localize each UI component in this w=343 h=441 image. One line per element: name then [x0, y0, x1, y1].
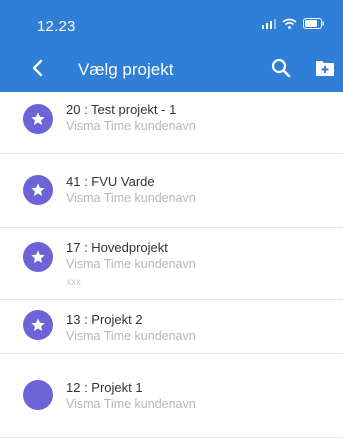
project-text: 12 : Projekt 1 Visma Time kundenavn — [66, 380, 196, 412]
page-title: Vælg projekt — [78, 60, 174, 79]
project-avatar — [23, 380, 53, 410]
project-text: 41 : FVU Varde Visma Time kundenavn — [66, 174, 196, 206]
project-avatar — [23, 175, 53, 205]
list-item[interactable]: 20 : Test projekt - 1 Visma Time kundena… — [0, 92, 343, 154]
project-avatar — [23, 104, 53, 134]
project-customer: Visma Time kundenavn — [66, 119, 196, 133]
nav-bar: Vælg projekt — [0, 46, 343, 92]
list-item[interactable]: 41 : FVU Varde Visma Time kundenavn — [0, 154, 343, 228]
project-avatar — [23, 242, 53, 272]
project-name: 13 : Projekt 2 — [66, 312, 143, 327]
star-icon — [31, 250, 45, 263]
list-item[interactable]: 13 : Projekt 2 Visma Time kundenavn — [0, 300, 343, 354]
project-customer: Visma Time kundenavn — [66, 257, 196, 271]
project-text: 17 : Hovedprojekt Visma Time kundenavn x… — [66, 240, 196, 290]
project-avatar — [23, 310, 53, 340]
app-header: 12.23 Vælg projekt — [0, 0, 343, 92]
list-item[interactable]: 12 : Projekt 1 Visma Time kundenavn — [0, 354, 343, 438]
project-extra: xxx — [66, 277, 81, 288]
project-list: 20 : Test projekt - 1 Visma Time kundena… — [0, 92, 343, 438]
project-name: 17 : Hovedprojekt — [66, 240, 168, 255]
project-name: 12 : Projekt 1 — [66, 380, 143, 395]
project-text: 13 : Projekt 2 Visma Time kundenavn — [66, 312, 196, 344]
project-text: 20 : Test projekt - 1 Visma Time kundena… — [66, 102, 196, 134]
list-item[interactable]: 17 : Hovedprojekt Visma Time kundenavn x… — [0, 228, 343, 300]
status-icons — [262, 18, 325, 29]
star-icon — [31, 112, 45, 125]
project-customer: Visma Time kundenavn — [66, 397, 196, 411]
project-customer: Visma Time kundenavn — [66, 329, 196, 343]
project-customer: Visma Time kundenavn — [66, 191, 196, 205]
status-bar: 12.23 — [0, 0, 343, 46]
project-name: 20 : Test projekt - 1 — [66, 102, 177, 117]
search-icon[interactable] — [270, 57, 292, 79]
add-folder-icon[interactable] — [314, 57, 336, 79]
project-name: 41 : FVU Varde — [66, 174, 155, 189]
back-icon[interactable] — [28, 56, 48, 80]
status-time: 12.23 — [37, 18, 76, 35]
star-icon — [31, 183, 45, 196]
wifi-icon — [282, 18, 297, 29]
star-icon — [31, 318, 45, 331]
signal-icon — [262, 18, 276, 29]
battery-icon — [303, 18, 324, 29]
